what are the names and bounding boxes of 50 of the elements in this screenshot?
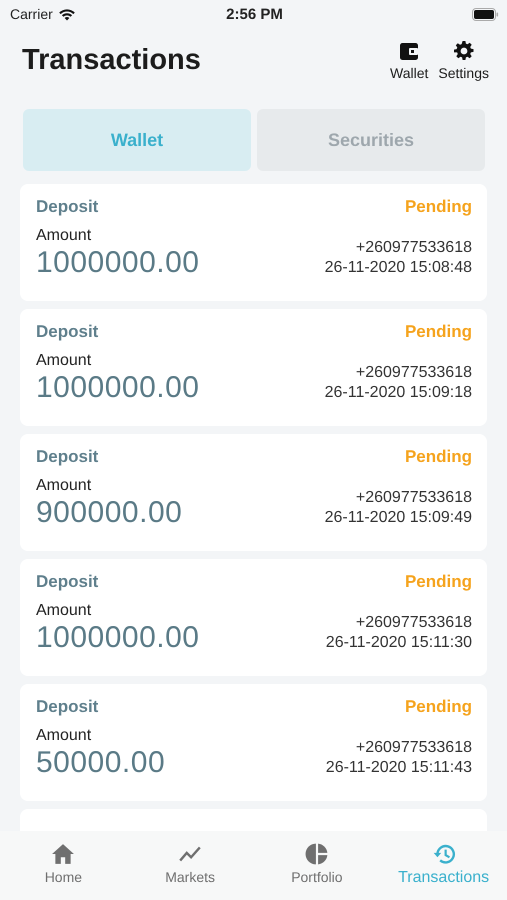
status-label: Pending bbox=[404, 572, 472, 592]
history-icon bbox=[432, 842, 456, 866]
settings-icon bbox=[452, 40, 475, 62]
amount-value: 1000000.00 bbox=[36, 621, 200, 655]
transaction-card[interactable]: Deposit Pending Amount 1000000.00 +260977533618 26-11-2020 15:11:30 bbox=[20, 559, 487, 676]
tab-bar-item[interactable]: Home bbox=[0, 831, 127, 900]
amount-label: Amount bbox=[36, 602, 92, 620]
phone-number: +260977533618 bbox=[356, 489, 472, 507]
transaction-card[interactable]: Deposit Pending Amount 50000.00 +260977533618 26-11-2020 15:11:43 bbox=[20, 684, 487, 801]
wallet-icon bbox=[398, 40, 420, 62]
clock-time: 2:56 PM bbox=[226, 6, 283, 22]
status-label: Pending bbox=[404, 697, 472, 717]
amount-label: Amount bbox=[36, 477, 92, 495]
amount-label: Amount bbox=[36, 352, 92, 370]
status-label: Pending bbox=[404, 197, 472, 217]
status-label: Pending bbox=[404, 447, 472, 467]
phone-number: +260977533618 bbox=[356, 614, 472, 632]
transaction-type: Deposit bbox=[36, 197, 98, 217]
page-title: Transactions bbox=[22, 44, 201, 77]
amount-value: 1000000.00 bbox=[36, 371, 200, 405]
transaction-type: Deposit bbox=[36, 697, 98, 717]
transaction-type: Deposit bbox=[36, 447, 98, 467]
tab-bar-item[interactable]: Markets bbox=[126, 831, 254, 900]
amount-label: Amount bbox=[36, 727, 92, 745]
transaction-type: Deposit bbox=[36, 572, 98, 592]
amount-value: 50000.00 bbox=[36, 746, 166, 780]
transaction-date: 26-11-2020 15:09:49 bbox=[324, 509, 472, 527]
transaction-type: Deposit bbox=[36, 322, 98, 342]
transaction-card[interactable]: Deposit Pending Amount 1000000.00 +260977533618 26-11-2020 15:08:48 bbox=[20, 184, 487, 301]
battery-icon bbox=[472, 8, 499, 20]
phone-number: +260977533618 bbox=[356, 364, 472, 382]
pie-chart-icon bbox=[304, 842, 329, 866]
wifi-icon bbox=[58, 8, 76, 20]
phone-number: +260977533618 bbox=[356, 739, 472, 757]
status-label: Pending bbox=[404, 322, 472, 342]
phone-number: +260977533618 bbox=[356, 239, 472, 257]
tab-bar-item[interactable]: Portfolio bbox=[254, 831, 380, 900]
amount-value: 900000.00 bbox=[36, 496, 182, 530]
transaction-date: 26-11-2020 15:11:30 bbox=[326, 634, 472, 652]
transaction-date: 26-11-2020 15:11:43 bbox=[326, 759, 472, 777]
transaction-card[interactable]: Deposit Pending Amount 1000000.00 +260977533618 26-11-2020 15:09:18 bbox=[20, 309, 487, 426]
amount-value: 1000000.00 bbox=[36, 246, 200, 280]
transaction-date: 26-11-2020 15:08:48 bbox=[324, 259, 472, 277]
settings-button[interactable]: Settings bbox=[438, 40, 489, 81]
carrier-label: Carrier bbox=[10, 6, 53, 22]
transaction-date: 26-11-2020 15:09:18 bbox=[324, 384, 472, 402]
wallet-button[interactable]: Wallet bbox=[390, 40, 428, 81]
transaction-card[interactable]: Deposit Pending Amount 900000.00 +260977533618 26-11-2020 15:09:49 bbox=[20, 434, 487, 551]
amount-label: Amount bbox=[36, 227, 92, 245]
home-icon bbox=[51, 842, 76, 866]
